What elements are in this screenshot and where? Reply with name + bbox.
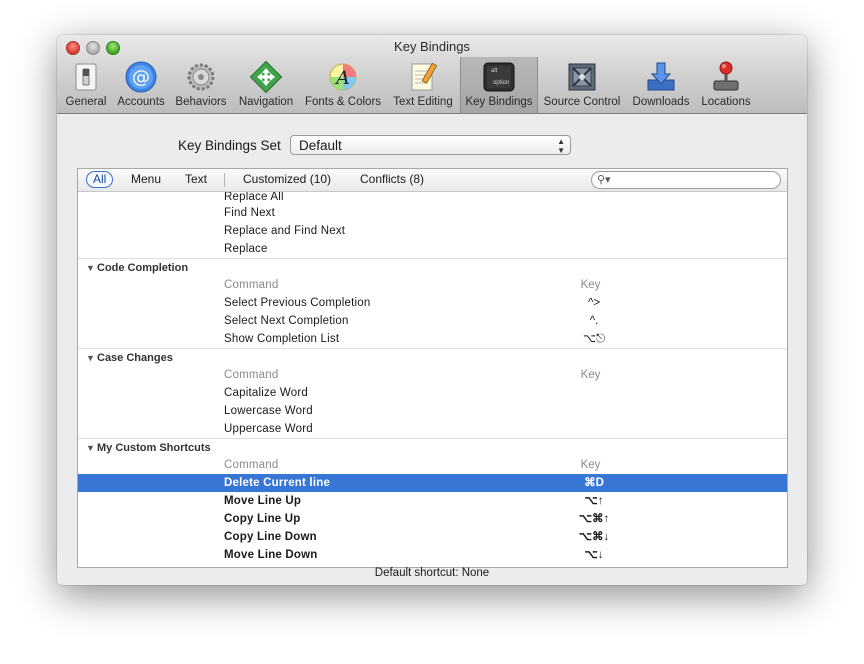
popup-arrows-icon: ▲ ▼ bbox=[557, 137, 565, 155]
toolbar-source-control[interactable]: Source Control bbox=[541, 57, 623, 113]
notepad-pencil-icon bbox=[406, 60, 440, 94]
download-arrow-icon bbox=[644, 60, 678, 94]
table-row[interactable]: Select Previous Completion ^> bbox=[78, 294, 787, 312]
window-title: Key Bindings bbox=[394, 39, 470, 54]
list-item[interactable]: Replace and Find Next bbox=[78, 222, 787, 240]
toolbar-locations[interactable]: Locations bbox=[697, 57, 755, 113]
title-bar: Key Bindings General @ Accounts Behavior… bbox=[57, 35, 807, 114]
filter-bar: All Menu Text Customized (10) Conflicts … bbox=[78, 169, 787, 192]
key-bindings-set-value: Default bbox=[299, 138, 342, 153]
table-row[interactable]: Capitalize Word bbox=[78, 384, 787, 402]
toolbar-navigation[interactable]: Navigation bbox=[235, 57, 297, 113]
table-row[interactable]: Move Line Up ⌥↑ bbox=[78, 492, 787, 510]
toolbar-downloads[interactable]: Downloads bbox=[630, 57, 692, 113]
filter-separator bbox=[224, 173, 225, 187]
group-code-completion[interactable]: ▼ Code Completion bbox=[78, 258, 787, 277]
search-field[interactable]: ⚲▾ bbox=[591, 171, 781, 189]
svg-text:A: A bbox=[334, 67, 350, 89]
table-row[interactable]: Move Line Down ⌥↓ bbox=[78, 546, 787, 564]
search-icon: ⚲▾ bbox=[597, 174, 611, 186]
group-case-changes[interactable]: ▼ Case Changes bbox=[78, 348, 787, 367]
disclosure-triangle-icon[interactable]: ▼ bbox=[86, 439, 95, 457]
preferences-window: Key Bindings General @ Accounts Behavior… bbox=[57, 35, 807, 585]
list-item[interactable]: Replace bbox=[78, 240, 787, 258]
svg-text:@: @ bbox=[132, 67, 150, 88]
alt-option-keys-icon: alt option bbox=[482, 60, 516, 94]
toolbar-accounts[interactable]: @ Accounts bbox=[114, 57, 168, 113]
key-icon-top-text: alt bbox=[491, 68, 498, 74]
toolbar-behaviors[interactable]: Behaviors bbox=[173, 57, 229, 113]
table-row-selected[interactable]: Delete Current line ⌘D bbox=[78, 474, 787, 492]
key-bindings-set-label: Key Bindings Set bbox=[178, 138, 281, 153]
gears-icon bbox=[184, 60, 218, 94]
search-input[interactable] bbox=[616, 173, 772, 186]
joystick-icon bbox=[709, 60, 743, 94]
status-text: Default shortcut: None bbox=[374, 567, 490, 579]
table-row[interactable]: Lowercase Word bbox=[78, 402, 787, 420]
disclosure-triangle-icon[interactable]: ▼ bbox=[86, 349, 95, 367]
table-row[interactable]: Uppercase Word bbox=[78, 420, 787, 438]
filter-conflicts[interactable]: Conflicts (8) bbox=[360, 172, 424, 187]
column-header-row: Command Key bbox=[224, 369, 601, 381]
column-header-row: Command Key bbox=[224, 459, 601, 471]
key-icon-bottom-text: option bbox=[493, 80, 510, 86]
table-row[interactable]: Copy Line Down ⌥⌘↓ bbox=[78, 528, 787, 546]
key-bindings-set-popup[interactable]: Default ▲ ▼ bbox=[290, 135, 571, 155]
source-control-box-icon bbox=[565, 60, 599, 94]
navigation-arrows-icon bbox=[249, 60, 283, 94]
toolbar-key-bindings[interactable]: alt option Key Bindings bbox=[460, 57, 538, 113]
key-bindings-pane: Key Bindings Set Default ▲ ▼ All Menu Tex… bbox=[57, 114, 807, 585]
table-row[interactable]: Copy Line Up ⌥⌘↑ bbox=[78, 510, 787, 528]
toolbar-general[interactable]: General bbox=[62, 57, 110, 113]
filter-text[interactable]: Text bbox=[185, 172, 207, 187]
group-my-custom-shortcuts[interactable]: ▼ My Custom Shortcuts bbox=[78, 438, 787, 457]
filter-customized[interactable]: Customized (10) bbox=[243, 172, 331, 187]
filter-all[interactable]: All bbox=[86, 171, 114, 188]
list-item[interactable]: Find Next bbox=[78, 204, 787, 222]
general-switch-icon bbox=[69, 60, 103, 94]
toolbar-fonts-colors[interactable]: A Fonts & Colors bbox=[302, 57, 384, 113]
disclosure-triangle-icon[interactable]: ▼ bbox=[86, 259, 95, 277]
table-row[interactable]: Show Completion List ⌥⎋ bbox=[78, 330, 787, 348]
bindings-table: All Menu Text Customized (10) Conflicts … bbox=[77, 168, 788, 568]
filter-menu[interactable]: Menu bbox=[131, 172, 161, 187]
bindings-list[interactable]: Replace All Find Next Replace and Find N… bbox=[78, 192, 787, 567]
column-header-row: Command Key bbox=[224, 279, 601, 291]
table-row[interactable]: Select Next Completion ^. bbox=[78, 312, 787, 330]
at-sign-icon: @ bbox=[124, 60, 158, 94]
toolbar-text-editing[interactable]: Text Editing bbox=[389, 57, 457, 113]
font-color-icon: A bbox=[326, 60, 360, 94]
